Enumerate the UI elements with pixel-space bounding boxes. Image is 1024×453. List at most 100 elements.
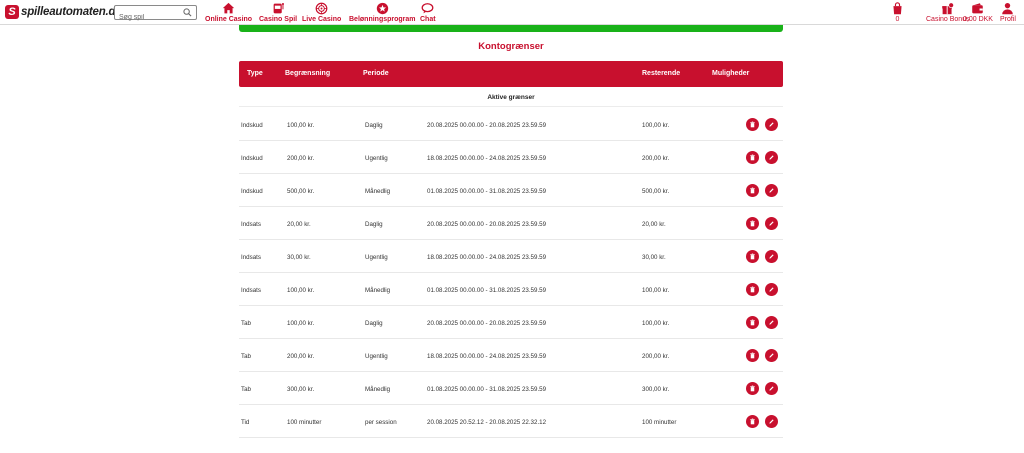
cell-period: Ugentlig xyxy=(365,155,388,162)
cell-range: 18.08.2025 00.00.00 - 24.08.2025 23.59.5… xyxy=(427,353,547,360)
table-row: Indskud 500,00 kr. Månedlig 01.08.2025 00.0… xyxy=(239,174,783,207)
pencil-icon xyxy=(769,221,774,226)
cell-type: Indskud xyxy=(241,155,263,162)
nav-bag[interactable]: 0 xyxy=(891,2,904,23)
cell-range: 01.08.2025 00.00.00 - 31.08.2025 23.59.5… xyxy=(427,188,547,195)
edit-limit-button[interactable] xyxy=(765,118,778,131)
cell-remaining: 200,00 kr. xyxy=(642,353,670,360)
trash-icon xyxy=(750,352,755,359)
table-row: Indsats 30,00 kr. Ugentlig 18.08.2025 00.00… xyxy=(239,240,783,273)
logo-mark-icon: S xyxy=(5,5,19,19)
cell-limit: 20,00 kr. xyxy=(287,221,311,228)
search-icon[interactable] xyxy=(183,8,192,17)
cell-remaining: 30,00 kr. xyxy=(642,254,666,261)
delete-limit-button[interactable] xyxy=(746,415,759,428)
edit-limit-button[interactable] xyxy=(765,250,778,263)
nav-casino-spil[interactable]: Casino Spil xyxy=(259,2,297,23)
nav-profil[interactable]: Profil xyxy=(1000,2,1016,23)
section-active-limits: Aktive grænser xyxy=(239,88,783,107)
col-type: Type xyxy=(247,70,263,77)
nav-online-casino[interactable]: Online Casino xyxy=(205,2,252,23)
site-logo[interactable]: S spilleautomaten.dk xyxy=(5,4,122,20)
cell-limit: 30,00 kr. xyxy=(287,254,311,261)
cell-period: Daglig xyxy=(365,122,383,129)
trash-icon xyxy=(750,418,755,425)
cell-type: Tab xyxy=(241,353,251,360)
slot-machine-icon xyxy=(273,2,284,14)
cell-type: Indsats xyxy=(241,221,261,228)
edit-limit-button[interactable] xyxy=(765,283,778,296)
gift-icon xyxy=(942,2,955,15)
col-period: Periode xyxy=(363,70,389,77)
cell-remaining: 100,00 kr. xyxy=(642,320,670,327)
trash-icon xyxy=(750,385,755,392)
wallet-balance: 0,00 DKK xyxy=(963,16,993,23)
roulette-icon xyxy=(315,2,328,15)
cell-range: 01.08.2025 00.00.00 - 31.08.2025 23.59.5… xyxy=(427,287,547,294)
cell-limit: 300,00 kr. xyxy=(287,386,315,393)
cell-type: Indsats xyxy=(241,287,261,294)
cell-type: Indskud xyxy=(241,122,263,129)
cell-period: per session xyxy=(365,419,397,426)
pencil-icon xyxy=(769,188,774,193)
table-row: Indsats 20,00 kr. Daglig 20.08.2025 00.00.0… xyxy=(239,207,783,240)
nav-wallet[interactable]: 0,00 DKK xyxy=(963,2,993,23)
bag-icon xyxy=(893,2,902,15)
cell-type: Indskud xyxy=(241,188,263,195)
col-limit: Begrænsning xyxy=(285,70,331,77)
edit-limit-button[interactable] xyxy=(765,151,778,164)
edit-limit-button[interactable] xyxy=(765,184,778,197)
table-row: Tab 300,00 kr. Månedlig 01.08.2025 00.00.00… xyxy=(239,372,783,405)
delete-limit-button[interactable] xyxy=(746,250,759,263)
table-row: Tid 100 minutter per session 20.08.2025 20.… xyxy=(239,405,783,438)
cell-period: Ugentlig xyxy=(365,254,388,261)
bag-count: 0 xyxy=(895,16,900,23)
trash-icon xyxy=(750,253,755,260)
trash-icon xyxy=(750,319,755,326)
table-row: Indsats 100,00 kr. Månedlig 01.08.2025 00.0… xyxy=(239,273,783,306)
delete-limit-button[interactable] xyxy=(746,349,759,362)
cell-limit: 100,00 kr. xyxy=(287,287,315,294)
page-title: Kontogrænser xyxy=(478,41,544,52)
delete-limit-button[interactable] xyxy=(746,184,759,197)
table-row: Indskud 100,00 kr. Daglig 20.08.2025 00.00.… xyxy=(239,108,783,141)
cell-range: 20.08.2025 00.00.00 - 20.08.2025 23.59.5… xyxy=(427,320,547,327)
cell-type: Tid xyxy=(241,419,250,426)
pencil-icon xyxy=(769,353,774,358)
edit-limit-button[interactable] xyxy=(765,316,778,329)
cell-range: 20.08.2025 00.00.00 - 20.08.2025 23.59.5… xyxy=(427,221,547,228)
delete-limit-button[interactable] xyxy=(746,217,759,230)
trash-icon xyxy=(750,187,755,194)
delete-limit-button[interactable] xyxy=(746,283,759,296)
pencil-icon xyxy=(769,287,774,292)
nav-label: Casino Spil xyxy=(259,16,298,23)
delete-limit-button[interactable] xyxy=(746,382,759,395)
cell-limit: 100 minutter xyxy=(287,419,322,426)
status-bar xyxy=(239,25,783,32)
nav-chat[interactable]: Chat xyxy=(420,2,436,23)
cell-limit: 100,00 kr. xyxy=(287,320,315,327)
home-icon xyxy=(222,2,235,14)
edit-limit-button[interactable] xyxy=(765,349,778,362)
col-options: Muligheder xyxy=(712,70,750,77)
edit-limit-button[interactable] xyxy=(765,415,778,428)
pencil-icon xyxy=(769,254,774,259)
user-icon xyxy=(1002,2,1014,15)
trash-icon xyxy=(750,154,755,161)
edit-limit-button[interactable] xyxy=(765,382,778,395)
wallet-icon xyxy=(972,3,984,14)
delete-limit-button[interactable] xyxy=(746,316,759,329)
cell-remaining: 200,00 kr. xyxy=(642,155,670,162)
search-input[interactable] xyxy=(115,11,181,24)
delete-limit-button[interactable] xyxy=(746,151,759,164)
table-row: Tab 200,00 kr. Ugentlig 18.08.2025 00.00.00… xyxy=(239,339,783,372)
cell-range: 18.08.2025 00.00.00 - 24.08.2025 23.59.5… xyxy=(427,254,547,261)
star-badge-icon xyxy=(376,2,388,15)
nav-beloenningsprogram[interactable]: Belønningsprogram xyxy=(349,2,416,23)
nav-live-casino[interactable]: Live Casino xyxy=(302,2,341,23)
cell-period: Daglig xyxy=(365,221,383,228)
cell-remaining: 100,00 kr. xyxy=(642,287,670,294)
delete-limit-button[interactable] xyxy=(746,118,759,131)
edit-limit-button[interactable] xyxy=(765,217,778,230)
pencil-icon xyxy=(769,155,774,160)
